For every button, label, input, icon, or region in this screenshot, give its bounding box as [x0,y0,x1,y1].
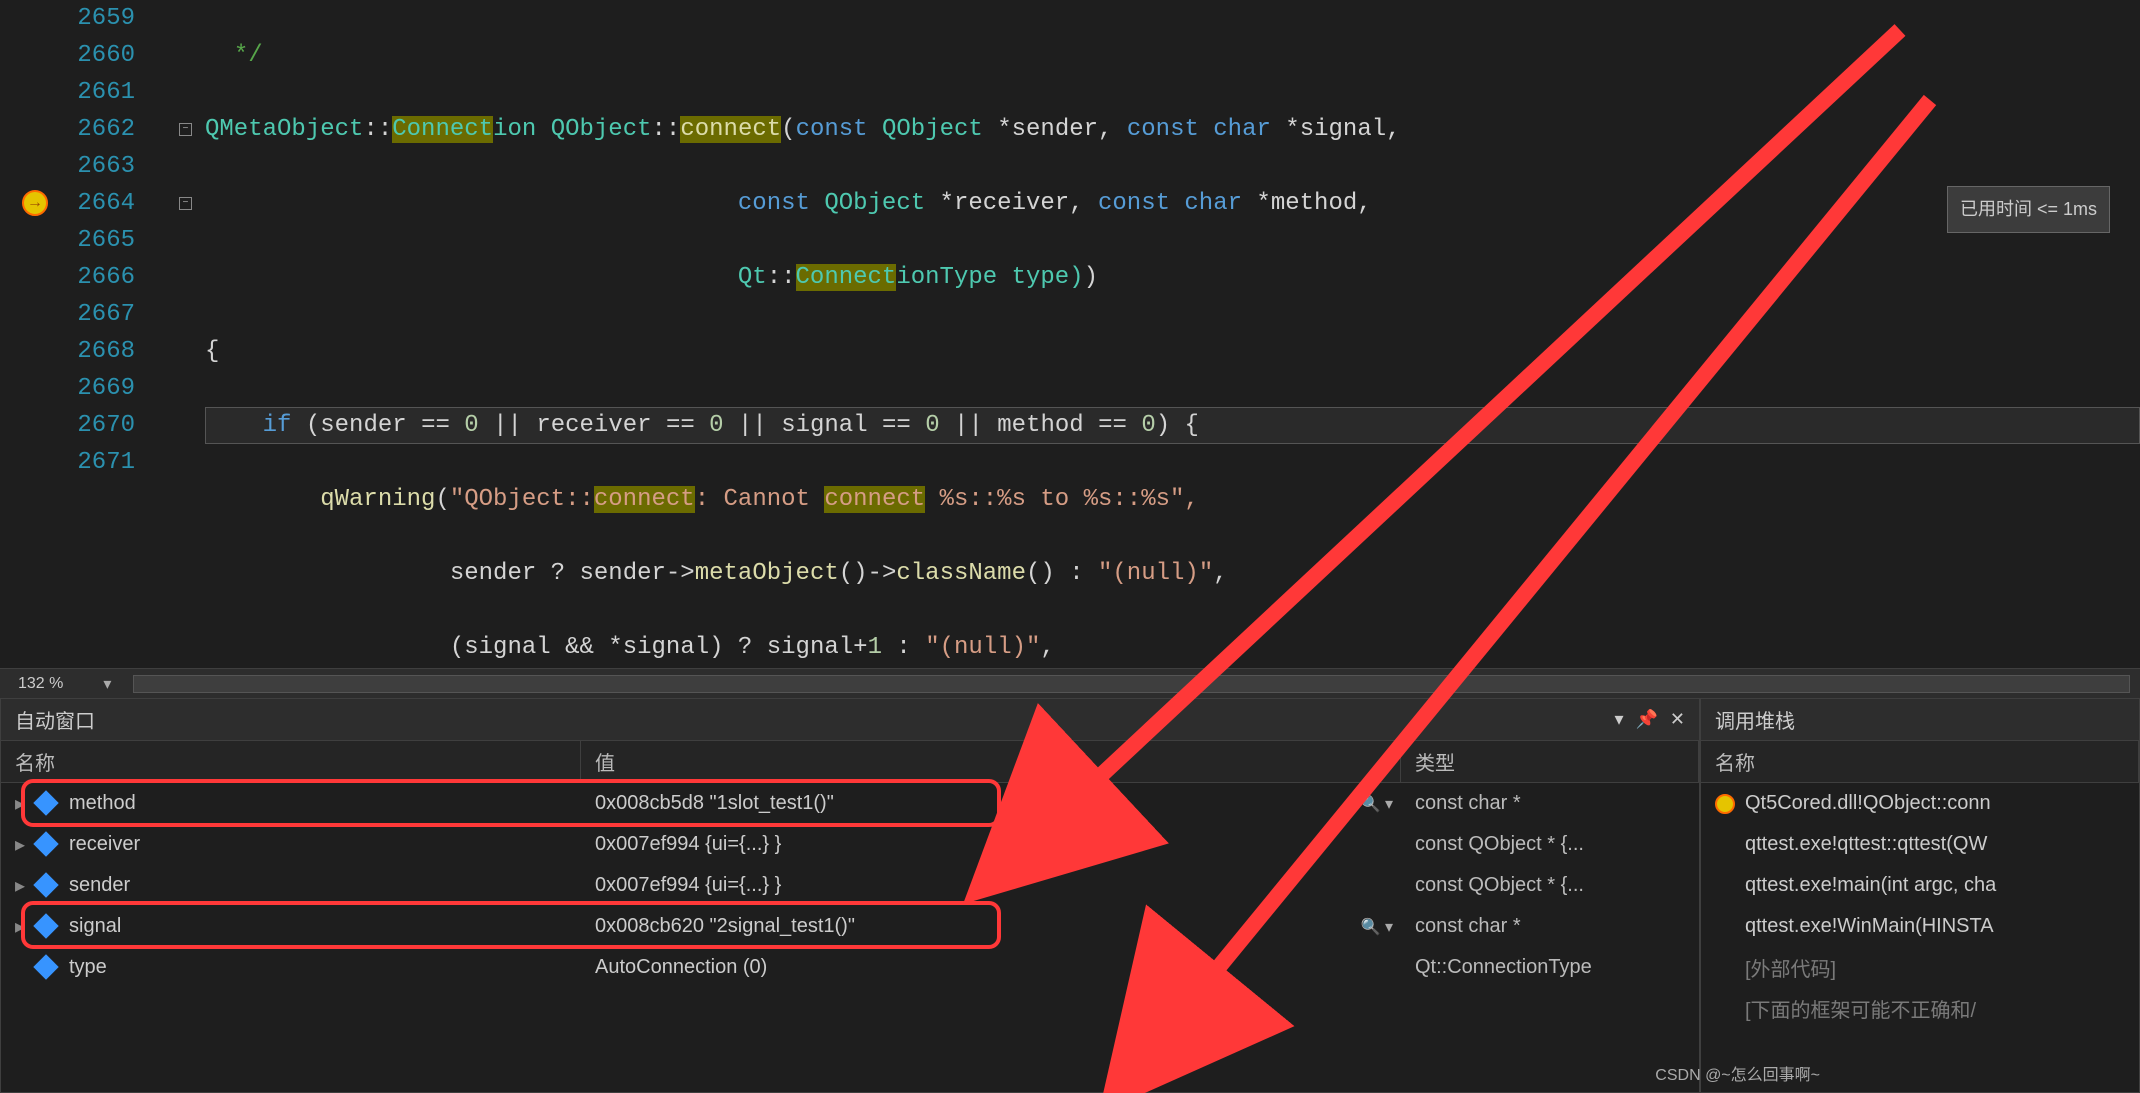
close-icon[interactable]: ✕ [1670,709,1685,730]
variable-row[interactable]: ▸signal 0x008cb620 "2signal_test1()" con… [1,906,1699,947]
autos-panel-title: 自动窗口 ▾ 📌 ✕ [1,699,1699,741]
search-visualizer-icon[interactable] [1361,793,1393,814]
autos-panel: 自动窗口 ▾ 📌 ✕ 名称 值 类型 ▸method 0x008cb5d8 "1… [0,698,1700,1093]
variable-row[interactable]: ▸receiver 0x007ef994 {ui={...} } const Q… [1,824,1699,865]
dropdown-icon[interactable]: ▾ [1614,709,1623,730]
col-header-type[interactable]: 类型 [1401,741,1699,782]
variable-row[interactable]: type AutoConnection (0) Qt::ConnectionTy… [1,947,1699,988]
zoom-level[interactable]: 132 % [18,675,63,693]
variable-icon [33,954,58,979]
col-header-name[interactable]: 名称 [1,741,581,782]
zoom-dropdown-icon[interactable]: ▾ [103,674,111,694]
breakpoint-current-icon[interactable] [22,190,48,216]
expand-icon[interactable]: ▸ [15,832,29,857]
fold-toggle[interactable]: − [179,123,192,136]
pin-icon[interactable]: 📌 [1635,709,1657,730]
fold-toggle[interactable]: − [179,197,192,210]
variable-icon [33,872,58,897]
variable-icon [33,831,58,856]
col-header-value[interactable]: 值 [581,741,1401,782]
fold-gutter: − − [175,0,205,668]
variable-row[interactable]: ▸method 0x008cb5d8 "1slot_test1()" const… [1,783,1699,824]
expand-icon[interactable]: ▸ [15,914,29,939]
variable-icon [33,790,58,815]
watermark: CSDN @~怎么回事啊~ [1655,1061,1820,1085]
search-visualizer-icon[interactable] [1361,916,1393,937]
variable-icon [33,913,58,938]
expand-icon[interactable]: ▸ [15,873,29,898]
expand-icon[interactable]: ▸ [15,791,29,816]
line-gutter: 2659 2660 2661 2662 2663 2664 2665 2666 … [0,0,175,668]
variable-row[interactable]: ▸sender 0x007ef994 {ui={...} } const QOb… [1,865,1699,906]
code-content[interactable]: */ QMetaObject::Connection QObject::conn… [205,0,2140,668]
code-editor[interactable]: 2659 2660 2661 2662 2663 2664 2665 2666 … [0,0,2140,668]
perf-badge: 已用时间 <= 1ms [1947,186,2110,233]
